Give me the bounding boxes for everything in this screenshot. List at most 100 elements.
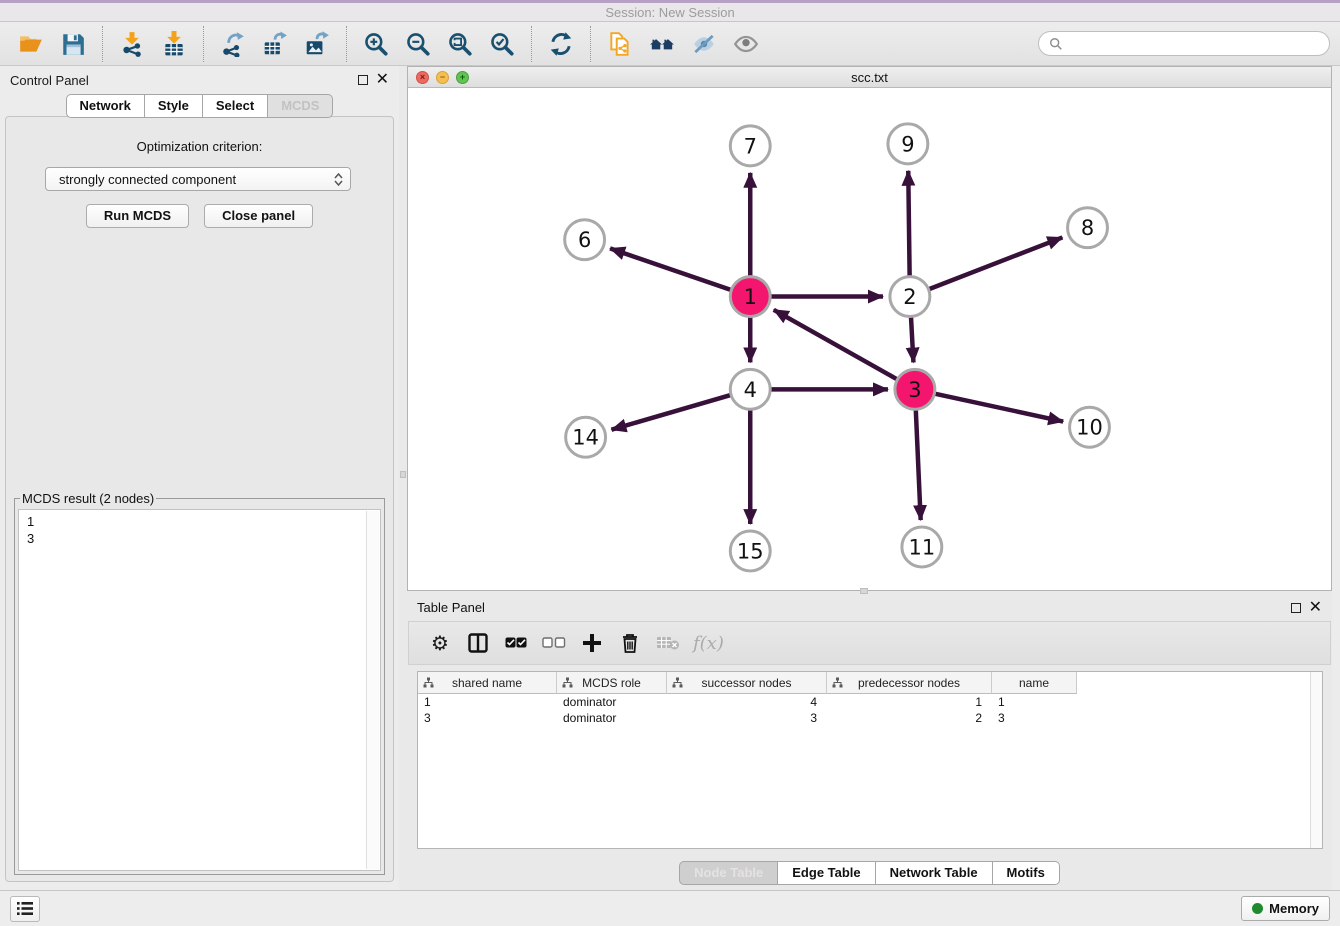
- node-table[interactable]: shared nameMCDS rolesuccessor nodesprede…: [417, 671, 1323, 849]
- table-cell[interactable]: 3: [992, 710, 1077, 726]
- settings-gear-icon[interactable]: ⚙: [425, 628, 455, 658]
- tab-motifs[interactable]: Motifs: [993, 861, 1060, 885]
- table-cell[interactable]: dominator: [557, 694, 667, 710]
- graph-edge-3-10[interactable]: [935, 394, 1063, 422]
- function-builder-icon[interactable]: f(x): [693, 633, 724, 654]
- delete-column-icon[interactable]: [615, 628, 645, 658]
- search-input[interactable]: [1069, 36, 1319, 51]
- close-panel-icon[interactable]: ✕: [376, 75, 389, 85]
- sort-tree-icon: [562, 677, 573, 688]
- tab-mcds[interactable]: MCDS: [268, 94, 333, 118]
- graph-edge-2-3[interactable]: [911, 317, 913, 362]
- graph-node-label: 2: [903, 285, 916, 309]
- result-item: 1: [27, 513, 372, 530]
- table-cell[interactable]: 1: [418, 694, 557, 710]
- run-mcds-button[interactable]: Run MCDS: [86, 204, 189, 228]
- toolbar-divider: [102, 26, 103, 62]
- tab-network-table[interactable]: Network Table: [876, 861, 993, 885]
- select-all-icon[interactable]: [501, 628, 531, 658]
- sort-tree-icon: [672, 677, 683, 688]
- tab-edge-table[interactable]: Edge Table: [778, 861, 875, 885]
- table-cell[interactable]: 1: [827, 694, 992, 710]
- control-panel: Control Panel ✕ Network Style Select MCD…: [0, 66, 399, 890]
- column-header-successor-nodes[interactable]: successor nodes: [667, 672, 827, 694]
- network-graph[interactable]: 7968124314101511: [408, 88, 1331, 588]
- import-network-icon[interactable]: [115, 27, 149, 61]
- import-table-icon[interactable]: [157, 27, 191, 61]
- deselect-all-icon[interactable]: [539, 628, 569, 658]
- column-header-shared-name[interactable]: shared name: [418, 672, 557, 694]
- tab-select[interactable]: Select: [203, 94, 268, 118]
- graph-edge-2-8[interactable]: [929, 237, 1062, 289]
- column-header-predecessor-nodes[interactable]: predecessor nodes: [827, 672, 992, 694]
- column-header-MCDS-role[interactable]: MCDS role: [557, 672, 667, 694]
- table-row[interactable]: 1dominator411: [418, 694, 1322, 710]
- show-column-panel-icon[interactable]: [463, 628, 493, 658]
- export-table-icon[interactable]: [258, 27, 292, 61]
- clone-network-icon[interactable]: [603, 27, 637, 61]
- delete-table-icon[interactable]: [653, 628, 683, 658]
- save-session-icon[interactable]: [56, 27, 90, 61]
- table-row[interactable]: 3dominator323: [418, 710, 1322, 726]
- table-cell[interactable]: dominator: [557, 710, 667, 726]
- network-canvas[interactable]: 7968124314101511: [408, 88, 1331, 589]
- select-stepper-icon: [334, 173, 343, 186]
- home-icon[interactable]: [645, 27, 679, 61]
- splitter-grip[interactable]: [400, 471, 406, 478]
- float-panel-icon[interactable]: [358, 75, 368, 85]
- search-icon: [1049, 37, 1063, 51]
- main-toolbar: [0, 22, 1340, 66]
- search-field[interactable]: [1038, 31, 1330, 56]
- table-cell[interactable]: 2: [827, 710, 992, 726]
- tab-network[interactable]: Network: [66, 94, 145, 118]
- toolbar-divider: [346, 26, 347, 62]
- graph-edge-3-11[interactable]: [916, 410, 921, 520]
- table-cell[interactable]: 3: [418, 710, 557, 726]
- task-history-button[interactable]: [10, 896, 40, 922]
- preview-eye-icon[interactable]: [729, 27, 763, 61]
- column-header-name[interactable]: name: [992, 672, 1077, 694]
- close-table-panel-icon[interactable]: ✕: [1309, 603, 1322, 613]
- zoom-out-icon[interactable]: [401, 27, 435, 61]
- memory-button[interactable]: Memory: [1241, 896, 1330, 921]
- window-title: Session: New Session: [605, 5, 734, 20]
- memory-label: Memory: [1269, 901, 1319, 916]
- graph-node-label: 11: [909, 535, 936, 559]
- criterion-select[interactable]: strongly connected component: [45, 167, 351, 191]
- maximize-window-icon[interactable]: +: [456, 71, 469, 84]
- minimize-window-icon[interactable]: −: [436, 71, 449, 84]
- export-network-icon[interactable]: [216, 27, 250, 61]
- table-cell[interactable]: 3: [667, 710, 827, 726]
- graph-edge-4-14[interactable]: [611, 395, 730, 430]
- refresh-icon[interactable]: [544, 27, 578, 61]
- open-session-icon[interactable]: [14, 27, 48, 61]
- graph-node-label: 1: [744, 285, 757, 309]
- vertical-splitter[interactable]: [399, 66, 407, 890]
- toolbar-divider: [531, 26, 532, 62]
- graph-edge-3-1[interactable]: [774, 310, 897, 379]
- close-panel-button[interactable]: Close panel: [204, 204, 313, 228]
- tab-style[interactable]: Style: [145, 94, 203, 118]
- zoom-selected-icon[interactable]: [485, 27, 519, 61]
- mcds-result-title: MCDS result (2 nodes): [20, 491, 156, 506]
- add-column-icon[interactable]: [577, 628, 607, 658]
- control-panel-title: Control Panel: [10, 73, 89, 88]
- graph-edge-1-6[interactable]: [610, 248, 730, 289]
- float-table-panel-icon[interactable]: [1291, 603, 1301, 613]
- graph-edge-2-9[interactable]: [908, 171, 909, 276]
- table-cell[interactable]: 1: [992, 694, 1077, 710]
- result-item: 3: [27, 530, 372, 547]
- zoom-fit-icon[interactable]: [443, 27, 477, 61]
- table-cell[interactable]: 4: [667, 694, 827, 710]
- memory-status-icon: [1252, 903, 1263, 914]
- close-window-icon[interactable]: ×: [416, 71, 429, 84]
- list-icon: [16, 901, 34, 916]
- toolbar-divider: [590, 26, 591, 62]
- show-graphics-details-icon[interactable]: [687, 27, 721, 61]
- result-scrollbar[interactable]: [366, 511, 379, 869]
- mcds-result-list[interactable]: 1 3: [19, 510, 380, 550]
- zoom-in-icon[interactable]: [359, 27, 393, 61]
- table-scrollbar[interactable]: [1310, 672, 1322, 848]
- tab-node-table[interactable]: Node Table: [679, 861, 778, 885]
- export-image-icon[interactable]: [300, 27, 334, 61]
